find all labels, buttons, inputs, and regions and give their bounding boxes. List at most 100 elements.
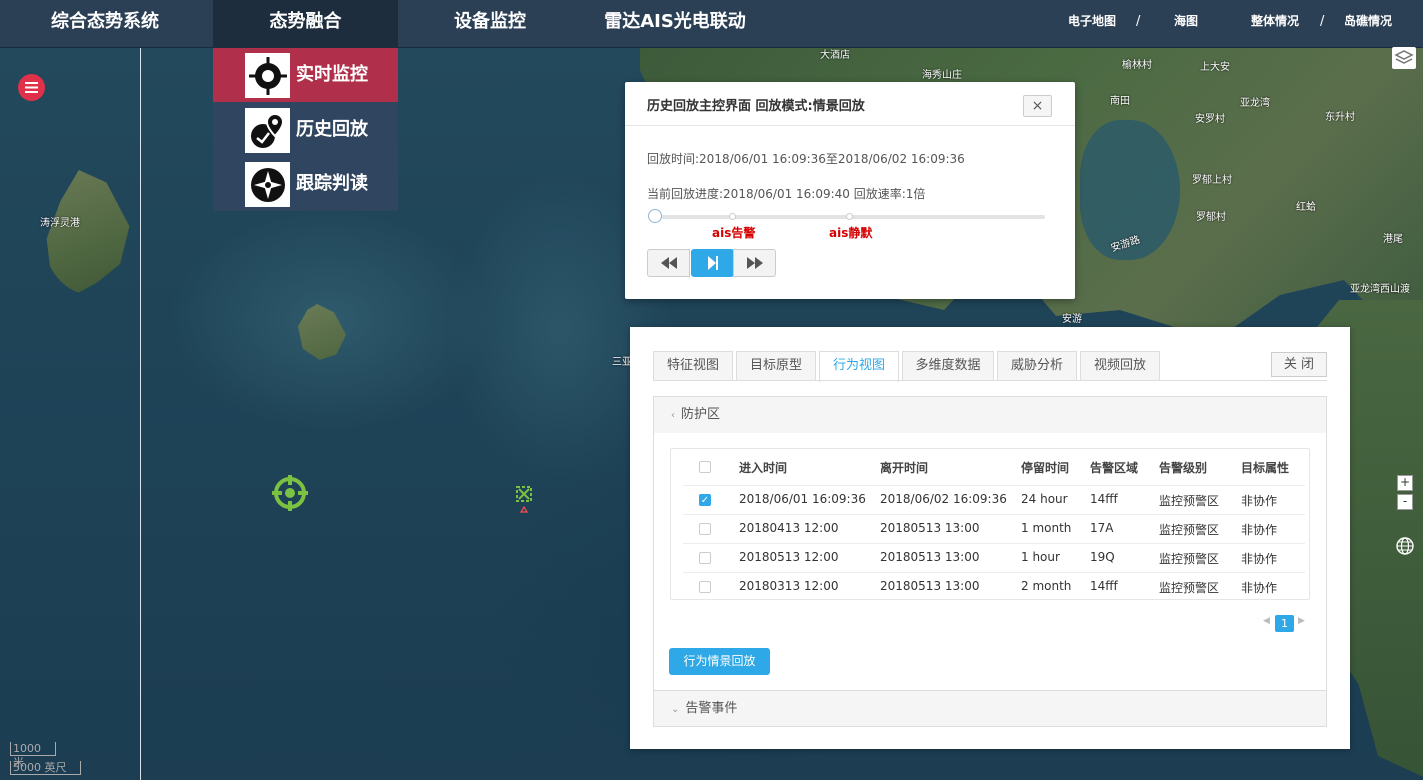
nav-separator: / [1320,14,1325,29]
event-label-ais-silent: ais静默 [829,226,873,240]
top-navigation: 综合态势系统 态势融合 设备监控 雷达AIS光电联动 电子地图 / 海图 整体情… [0,0,1423,48]
table-cell: 1 hour [1021,550,1060,564]
nav-situation-system[interactable]: 综合态势系统 [30,0,180,48]
table-cell: 2 month [1021,579,1072,593]
nav-overall-status[interactable]: 整体情况 [1251,0,1299,44]
map-label: 安罗村 [1195,114,1225,125]
nav-situation-fusion[interactable]: 态势融合 [213,0,398,48]
menu-item-label: 历史回放 [296,119,368,140]
rewind-icon [660,257,677,269]
map-label: 南田 [1110,96,1130,107]
table-cell: 监控预警区 [1159,581,1220,595]
table-cell: 19Q [1090,550,1115,564]
map-label: 上大安 [1200,62,1230,73]
map-label: 榆林村 [1122,60,1152,71]
row-checkbox[interactable] [699,552,711,564]
dialog-divider [625,125,1075,126]
island-west [46,170,130,295]
tab-feature-view[interactable]: 特征视图 [653,351,733,381]
tab-target-prototype[interactable]: 目标原型 [736,351,816,381]
zoom-out-button[interactable]: - [1397,494,1413,510]
map-label: 大酒店 [820,50,850,61]
scale-bar-imperial: 5000 英尺 [10,761,81,775]
table-cell: 监控预警区 [1159,523,1220,537]
select-all-checkbox[interactable] [699,461,711,473]
event-label-ais-alert: ais告警 [712,226,756,240]
crosshair-icon [245,53,290,98]
play-pause-button[interactable] [691,249,734,277]
tab-video-playback[interactable]: 视频回放 [1080,351,1160,381]
nav-sea-chart[interactable]: 海图 [1174,0,1198,44]
layers-button[interactable] [1392,47,1416,69]
nav-device-monitor[interactable]: 设备监控 [440,0,540,48]
chevron-up-icon: ‹ [671,410,675,421]
globe-icon[interactable] [1396,537,1414,555]
table-cell: 监控预警区 [1159,494,1220,508]
table-cell: 20180413 12:00 [739,521,839,535]
menu-item-realtime-monitor[interactable]: 实时监控 [213,48,398,102]
column-header: 停留时间 [1021,461,1070,475]
behavior-replay-button[interactable]: 行为情景回放 [669,648,770,675]
nav-island-status[interactable]: 岛礁情况 [1344,0,1392,44]
dialog-close-button[interactable]: × [1023,95,1052,117]
table-cell: 20180513 13:00 [880,579,980,593]
ais-vessel-marker[interactable] [514,485,534,515]
row-checkbox[interactable] [699,581,711,593]
accordion-title: 告警事件 [685,701,738,716]
row-checkbox[interactable]: ✓ [699,494,711,506]
tab-behavior-view[interactable]: 行为视图 [819,351,899,382]
menu-item-track-analysis[interactable]: 跟踪判读 [213,157,398,211]
table-cell: 20180513 13:00 [880,521,980,535]
target-crosshair-marker[interactable] [272,475,308,511]
map-divider-line [140,48,141,780]
protection-zone-table: 进入时间 离开时间 停留时间 告警区域 告警级别 目标属性 ✓ 2018/06/… [670,448,1310,600]
column-header: 进入时间 [739,461,788,475]
map-label: 东升村 [1325,112,1355,123]
table-cell: 非协作 [1241,494,1278,508]
nav-radar-ais-linkage[interactable]: 雷达AIS光电联动 [600,0,750,48]
compass-icon [245,162,290,207]
table-cell: 2018/06/01 16:09:36 [739,492,866,506]
pager-next-icon[interactable]: ▶ [1298,616,1305,626]
playback-time-range: 回放时间:2018/06/01 16:09:36至2018/06/02 16:0… [647,152,965,166]
island-center [298,304,346,360]
event-dot-ais-alert[interactable] [729,213,736,220]
pager-prev-icon[interactable]: ◀ [1263,616,1270,626]
playback-progress-info: 当前回放进度:2018/06/01 16:09:40 回放速率:1倍 [647,187,926,201]
rewind-button[interactable] [647,249,690,277]
table-cell: 20180513 13:00 [880,550,980,564]
event-dot-ais-silent[interactable] [846,213,853,220]
target-analysis-panel: 特征视图 目标原型 行为视图 多维度数据 威胁分析 视频回放 关 闭 ‹ 防护区 … [630,327,1350,749]
hamburger-menu-button[interactable] [18,74,45,101]
zoom-in-button[interactable]: + [1397,475,1413,491]
tab-threat-analysis[interactable]: 威胁分析 [997,351,1077,381]
play-pause-icon [707,256,718,270]
layers-icon [1394,50,1414,64]
location-history-icon [245,108,290,153]
nav-electronic-map[interactable]: 电子地图 [1068,0,1116,44]
row-divider [683,485,1305,486]
panel-close-button[interactable]: 关 闭 [1271,352,1327,377]
table-cell: 17A [1090,521,1114,535]
column-header: 离开时间 [880,461,929,475]
map-label: 涛浮灵港 [40,218,80,229]
menu-item-label: 实时监控 [296,64,368,85]
fast-forward-button[interactable] [733,249,776,277]
table-cell: 非协作 [1241,581,1278,595]
fast-forward-icon [746,257,763,269]
fusion-dropdown-menu: 实时监控 历史回放 跟踪判读 [213,48,398,211]
row-checkbox[interactable] [699,523,711,535]
map-label: 港尾 [1383,234,1403,245]
behavior-accordion: ‹ 防护区 进入时间 离开时间 停留时间 告警区域 告警级别 目标属性 ✓ 201… [653,396,1327,727]
accordion-header-alarm-events[interactable]: ⌄ 告警事件 [654,690,1326,726]
pager-current-page[interactable]: 1 [1275,615,1294,632]
row-divider [683,543,1305,544]
accordion-header-protection-zone[interactable]: ‹ 防护区 [654,397,1326,433]
playback-slider-knob[interactable] [648,209,662,223]
tab-multidimensional-data[interactable]: 多维度数据 [902,351,994,381]
column-header: 告警级别 [1159,461,1208,475]
column-header: 目标属性 [1241,461,1290,475]
accordion-title: 防护区 [681,407,721,422]
dialog-title: 历史回放主控界面 回放模式:情景回放 [647,99,865,114]
menu-item-history-playback[interactable]: 历史回放 [213,103,398,157]
